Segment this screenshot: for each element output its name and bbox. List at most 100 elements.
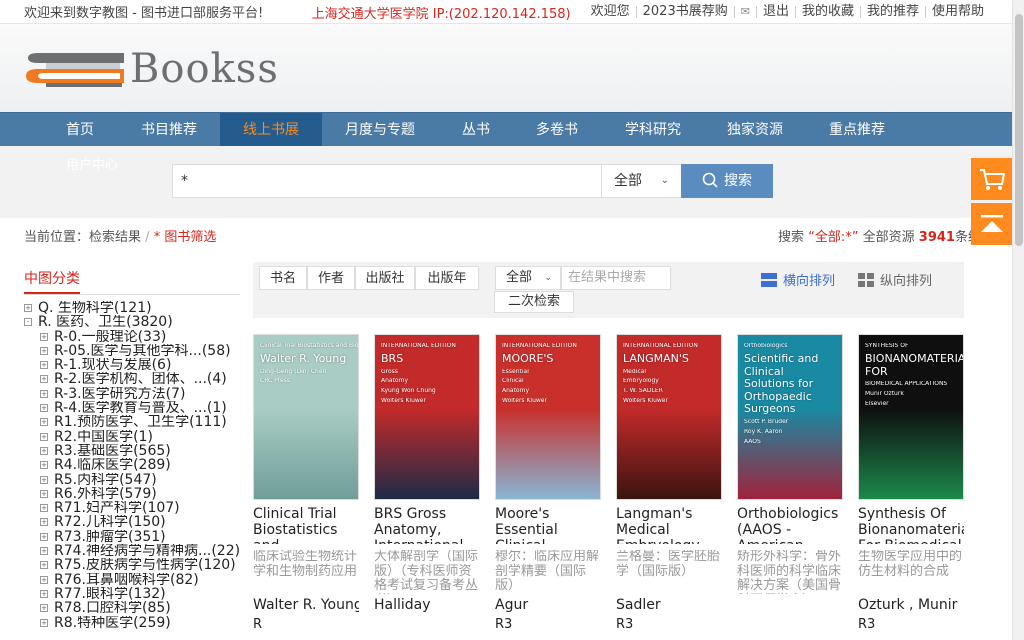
search-scope-select[interactable]: 全部 ⌄: [602, 164, 682, 198]
mail-icon[interactable]: ✉: [733, 6, 756, 18]
tree-item[interactable]: + R-3.医学研究方法(7): [24, 387, 242, 401]
expand-icon[interactable]: +: [40, 346, 48, 355]
expand-icon[interactable]: +: [24, 304, 32, 312]
expand-icon[interactable]: +: [40, 504, 48, 513]
tree-item[interactable]: - R. 医药、卫生(3820): [24, 315, 242, 329]
book-title[interactable]: Orthobiologics (AAOS - American Academy …: [737, 506, 843, 544]
nav-series[interactable]: 丛书: [446, 113, 506, 147]
sort-tab-title[interactable]: 书名: [259, 266, 307, 290]
expand-icon[interactable]: +: [40, 532, 48, 541]
expand-icon[interactable]: +: [40, 446, 48, 455]
tree-item[interactable]: + R76.耳鼻咽喉科学(82): [24, 573, 242, 587]
tree-item[interactable]: + R6.外科学(579): [24, 487, 242, 501]
tree-item[interactable]: + R8.特种医学(259): [24, 616, 242, 630]
tree-item[interactable]: + R77.眼科学(132): [24, 587, 242, 601]
book-title[interactable]: Langman's Medical Embryology: [616, 506, 722, 544]
logout-link[interactable]: 退出: [755, 5, 795, 18]
book-card[interactable]: INTERNATIONAL EDITION LANGMAN'S Medical Emb…: [616, 334, 722, 632]
tree-item[interactable]: + R4.临床医学(289): [24, 458, 242, 472]
expand-icon[interactable]: +: [40, 375, 48, 384]
tree-item[interactable]: + R5.内科学(547): [24, 473, 242, 487]
expand-icon[interactable]: +: [40, 404, 48, 413]
nav-book-recommend[interactable]: 书目推荐: [128, 113, 210, 147]
book-card[interactable]: Clinical Trial Biostatistics and Biophar…: [253, 334, 359, 632]
book-cover[interactable]: INTERNATIONAL EDITION MOORE'S Essential Cli…: [495, 334, 601, 500]
book-cover[interactable]: SYNTHESIS OF BIONANOMATERIALS FOR BIOMEDIC…: [858, 334, 964, 500]
cart-button[interactable]: [971, 158, 1013, 200]
my-recommend-link[interactable]: 我的推荐: [859, 5, 925, 18]
scrollbar-thumb[interactable]: [1015, 14, 1023, 246]
view-vertical-toggle[interactable]: 纵向排列: [858, 270, 932, 289]
search-input[interactable]: *: [172, 164, 602, 198]
sort-tab-publisher[interactable]: 出版社: [355, 266, 415, 290]
secondary-search-button[interactable]: 二次检索: [494, 291, 574, 313]
sort-tab-year[interactable]: 出版年: [415, 266, 479, 290]
book-cover[interactable]: Orthobiologics Scientific and Clinical So…: [737, 334, 843, 500]
book-cover[interactable]: Clinical Trial Biostatistics and Biophar…: [253, 334, 359, 500]
book-title[interactable]: Moore's Essential Clinical Anatomy: [495, 506, 601, 544]
expand-icon[interactable]: +: [40, 389, 48, 398]
expand-icon[interactable]: +: [40, 618, 48, 627]
cover-text: BIOMEDICAL APPLICATIONS: [865, 381, 948, 388]
tree-item[interactable]: + R3.基础医学(565): [24, 444, 242, 458]
book-title[interactable]: Synthesis Of Bionanomaterials For Biomed…: [858, 506, 964, 544]
book-card[interactable]: SYNTHESIS OF BIONANOMATERIALS FOR BIOMEDIC…: [858, 334, 964, 632]
nav-exclusive-resources[interactable]: 独家资源: [714, 113, 796, 147]
filter-scope-select[interactable]: 全部 ⌄: [495, 266, 561, 290]
expand-icon[interactable]: +: [40, 418, 48, 427]
book-cover[interactable]: INTERNATIONAL EDITION BRS Gross Anatomy Kyun…: [374, 334, 480, 500]
book-title[interactable]: BRS Gross Anatomy, International Edition: [374, 506, 480, 544]
collapse-icon[interactable]: -: [24, 318, 32, 327]
expand-icon[interactable]: +: [40, 547, 48, 556]
expand-icon[interactable]: +: [40, 575, 48, 584]
tree-item-label: R-4.医学教育与普及、...(1): [54, 401, 227, 416]
book-card[interactable]: INTERNATIONAL EDITION MOORE'S Essential Cli…: [495, 334, 601, 632]
tree-item[interactable]: + R74.神经病学与精神病...(22): [24, 544, 242, 558]
nav-key-recommend[interactable]: 重点推荐: [816, 113, 898, 147]
tree-item[interactable]: + R73.肿瘤学(351): [24, 530, 242, 544]
tree-item[interactable]: + R72.儿科学(150): [24, 515, 242, 530]
book-card[interactable]: INTERNATIONAL EDITION BRS Gross Anatomy Kyun…: [374, 334, 480, 617]
expand-icon[interactable]: +: [40, 361, 48, 370]
my-favorites-link[interactable]: 我的收藏: [794, 5, 860, 18]
expand-icon[interactable]: +: [40, 461, 48, 470]
expand-icon[interactable]: +: [40, 432, 48, 441]
tree-item[interactable]: + Q. 生物科学(121): [24, 301, 242, 315]
page-scrollbar[interactable]: [1012, 0, 1024, 640]
book-cover[interactable]: INTERNATIONAL EDITION LANGMAN'S Medical Emb…: [616, 334, 722, 500]
book-title[interactable]: Clinical Trial Biostatistics and Biophar…: [253, 506, 359, 544]
expand-icon[interactable]: +: [40, 604, 48, 613]
site-logo[interactable]: Bookss: [24, 46, 279, 92]
exhibition-recommend-link[interactable]: 2023书展荐购: [635, 5, 734, 18]
expand-icon[interactable]: +: [40, 475, 48, 484]
tree-item[interactable]: + R2.中国医学(1): [24, 430, 242, 444]
nav-online-exhibition[interactable]: 线上书展: [220, 113, 322, 147]
expand-icon[interactable]: +: [40, 489, 48, 498]
expand-icon[interactable]: +: [40, 332, 48, 341]
nav-subject-research[interactable]: 学科研究: [612, 113, 694, 147]
search-button[interactable]: 搜索: [681, 164, 773, 198]
tree-item[interactable]: + R-2.医学机构、团体、...(4): [24, 372, 242, 387]
expand-icon[interactable]: +: [40, 589, 48, 598]
tree-item[interactable]: + R75.皮肤病学与性病学(120): [24, 558, 242, 572]
expand-icon[interactable]: +: [40, 518, 48, 527]
tree-item[interactable]: + R-1.现状与发展(6): [24, 358, 242, 372]
help-link[interactable]: 使用帮助: [924, 5, 990, 18]
tree-item[interactable]: + R78.口腔科学(85): [24, 601, 242, 615]
nav-home[interactable]: 首页: [40, 113, 120, 147]
tree-item[interactable]: + R-0.一般理论(33): [24, 330, 242, 344]
breadcrumb-results-link[interactable]: 检索结果: [89, 230, 141, 245]
nav-multivolume[interactable]: 多卷书: [522, 113, 592, 147]
tree-item[interactable]: + R71.妇产科学(107): [24, 501, 242, 515]
sort-tab-author[interactable]: 作者: [307, 266, 355, 290]
book-card[interactable]: Orthobiologics Scientific and Clinical So…: [737, 334, 843, 601]
nav-monthly-topics[interactable]: 月度与专题: [332, 113, 428, 147]
filter-search-input[interactable]: 在结果中搜索: [561, 266, 671, 290]
expand-icon[interactable]: +: [40, 561, 48, 570]
view-horizontal-toggle[interactable]: 横向排列: [761, 270, 835, 289]
nav-user-center[interactable]: 用户中心: [66, 154, 118, 173]
back-to-top-button[interactable]: [971, 203, 1013, 245]
tree-item[interactable]: + R-05.医学与其他学科...(58): [24, 344, 242, 358]
tree-item[interactable]: + R-4.医学教育与普及、...(1): [24, 401, 242, 415]
tree-item[interactable]: + R1.预防医学、卫生学(111): [24, 415, 242, 430]
